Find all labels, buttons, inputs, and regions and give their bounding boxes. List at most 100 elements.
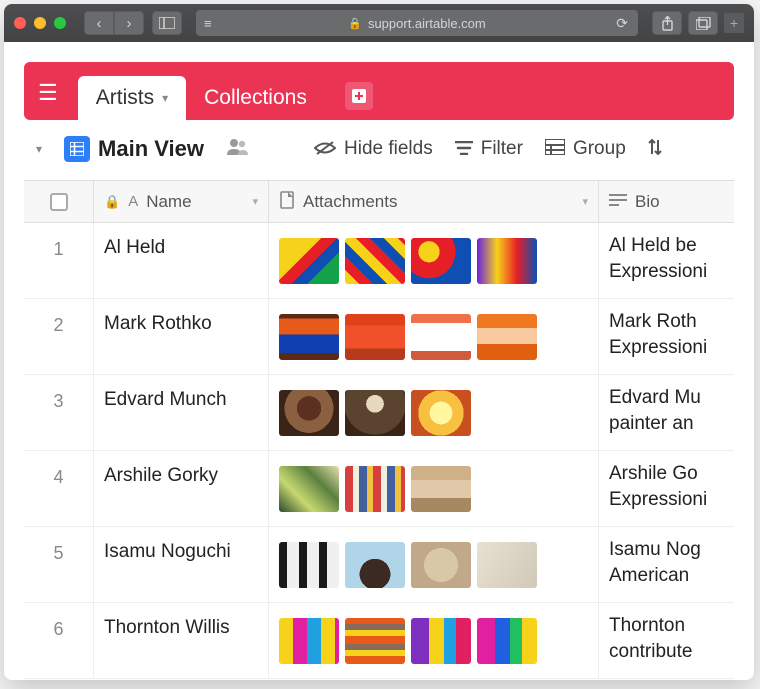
nav-back-button[interactable]: ‹ [84,11,114,35]
new-tab-button[interactable]: + [724,13,744,33]
longtext-field-icon [609,193,627,210]
refresh-icon[interactable]: ⟳ [616,15,628,32]
row-number[interactable]: 2 [24,299,94,374]
table-row[interactable]: 5Isamu Noguchi Isamu NogAmerican [24,527,734,603]
table-row[interactable]: 4Arshile Gorky Arshile GoExpressioni [24,451,734,527]
cell-attachments[interactable] [269,603,599,678]
cell-attachments[interactable] [269,451,599,526]
view-toolbar: ▾ Main View Hide fields Filter [24,124,734,174]
chevron-down-icon[interactable]: ▾ [162,91,168,105]
lock-icon: 🔒 [348,17,362,30]
table-row[interactable]: 1Al Held Al Held beExpressioni [24,223,734,299]
sort-button[interactable] [648,138,662,161]
attachment-thumbnail[interactable] [477,618,537,664]
view-name: Main View [98,136,204,162]
views-sidebar-toggle[interactable]: ▾ [36,142,42,156]
url-text: support.airtable.com [368,16,486,31]
row-number[interactable]: 6 [24,603,94,678]
attachment-thumbnail[interactable] [279,314,339,360]
filter-icon [455,139,473,160]
attachment-thumbnail[interactable] [411,542,471,588]
attachment-thumbnail[interactable] [411,238,471,284]
cell-name[interactable]: Al Held [94,223,269,298]
header-bio[interactable]: Bio [599,181,734,222]
hide-fields-button[interactable]: Hide fields [314,138,433,160]
cell-attachments[interactable] [269,223,599,298]
menu-icon[interactable]: ☰ [38,80,58,106]
cell-name[interactable]: Mark Rothko [94,299,269,374]
attachment-thumbnail[interactable] [477,314,537,360]
table-row[interactable]: 2Mark Rothko Mark RothExpressioni [24,299,734,375]
add-table-button[interactable] [345,82,373,110]
attachment-thumbnail[interactable] [477,238,537,284]
attachment-thumbnail[interactable] [345,542,405,588]
attachment-thumbnail[interactable] [279,542,339,588]
text-field-icon: A [128,193,138,210]
attachment-thumbnail[interactable] [411,314,471,360]
cell-name[interactable]: Arshile Gorky [94,451,269,526]
table-row[interactable]: 3Edvard Munch Edvard Mupainter an [24,375,734,451]
header-name[interactable]: 🔒 A Name ▾ [94,181,269,222]
maximize-window-button[interactable] [54,17,66,29]
table-row[interactable]: 6Thornton Willis Thornton contribute [24,603,734,679]
attachment-thumbnail[interactable] [279,618,339,664]
hide-fields-icon [314,139,336,160]
cell-bio[interactable]: Edvard Mupainter an [599,375,734,450]
attachment-thumbnail[interactable] [279,466,339,512]
header-attachments[interactable]: Attachments ▾ [269,181,599,222]
cell-bio[interactable]: Thornton contribute [599,603,734,678]
tab-artists[interactable]: Artists ▾ [78,76,186,120]
cell-bio[interactable]: Isamu NogAmerican [599,527,734,602]
cell-bio[interactable]: Al Held beExpressioni [599,223,734,298]
filter-label: Filter [481,138,523,160]
attachment-thumbnail[interactable] [411,466,471,512]
reader-icon[interactable]: ≡ [204,16,212,31]
attachment-thumbnail[interactable] [477,542,537,588]
attachment-thumbnail[interactable] [411,618,471,664]
sidebar-toggle-button[interactable] [152,11,182,35]
close-window-button[interactable] [14,17,26,29]
app-bar: ☰ Artists ▾ Collections [24,62,734,120]
grid-view-icon [64,136,90,162]
row-number[interactable]: 3 [24,375,94,450]
sort-icon [648,138,662,161]
row-number[interactable]: 5 [24,527,94,602]
attachment-thumbnail[interactable] [279,390,339,436]
header-select-all[interactable] [24,181,94,222]
column-menu-icon[interactable]: ▾ [252,195,258,208]
current-view[interactable]: Main View [64,136,204,162]
cell-bio[interactable]: Mark RothExpressioni [599,299,734,374]
attachment-thumbnail[interactable] [345,314,405,360]
tabs-button[interactable] [688,11,718,35]
row-number[interactable]: 1 [24,223,94,298]
cell-bio[interactable]: Arshile GoExpressioni [599,451,734,526]
cell-attachments[interactable] [269,375,599,450]
attachment-thumbnail[interactable] [345,618,405,664]
attachment-thumbnail[interactable] [279,238,339,284]
column-menu-icon[interactable]: ▾ [582,195,588,208]
minimize-window-button[interactable] [34,17,46,29]
cell-attachments[interactable] [269,299,599,374]
cell-attachments[interactable] [269,527,599,602]
attachment-thumbnail[interactable] [345,390,405,436]
group-icon [545,139,565,160]
collaborators-icon[interactable] [226,137,250,161]
column-label: Name [146,192,191,212]
cell-name[interactable]: Isamu Noguchi [94,527,269,602]
cell-name[interactable]: Thornton Willis [94,603,269,678]
attachment-thumbnail[interactable] [411,390,471,436]
data-grid: 🔒 A Name ▾ Attachments ▾ Bio 1Al Held Al … [24,180,734,679]
select-all-checkbox[interactable] [50,193,68,211]
attachment-thumbnail[interactable] [345,238,405,284]
share-button[interactable] [652,11,682,35]
nav-forward-button[interactable]: › [114,11,144,35]
column-label: Attachments [303,192,398,212]
filter-button[interactable]: Filter [455,138,523,160]
url-field[interactable]: ≡ 🔒 support.airtable.com ⟳ [196,10,638,36]
group-button[interactable]: Group [545,138,626,160]
tab-collections[interactable]: Collections [186,76,325,120]
cell-name[interactable]: Edvard Munch [94,375,269,450]
row-number[interactable]: 4 [24,451,94,526]
tab-label: Collections [204,86,307,110]
attachment-thumbnail[interactable] [345,466,405,512]
